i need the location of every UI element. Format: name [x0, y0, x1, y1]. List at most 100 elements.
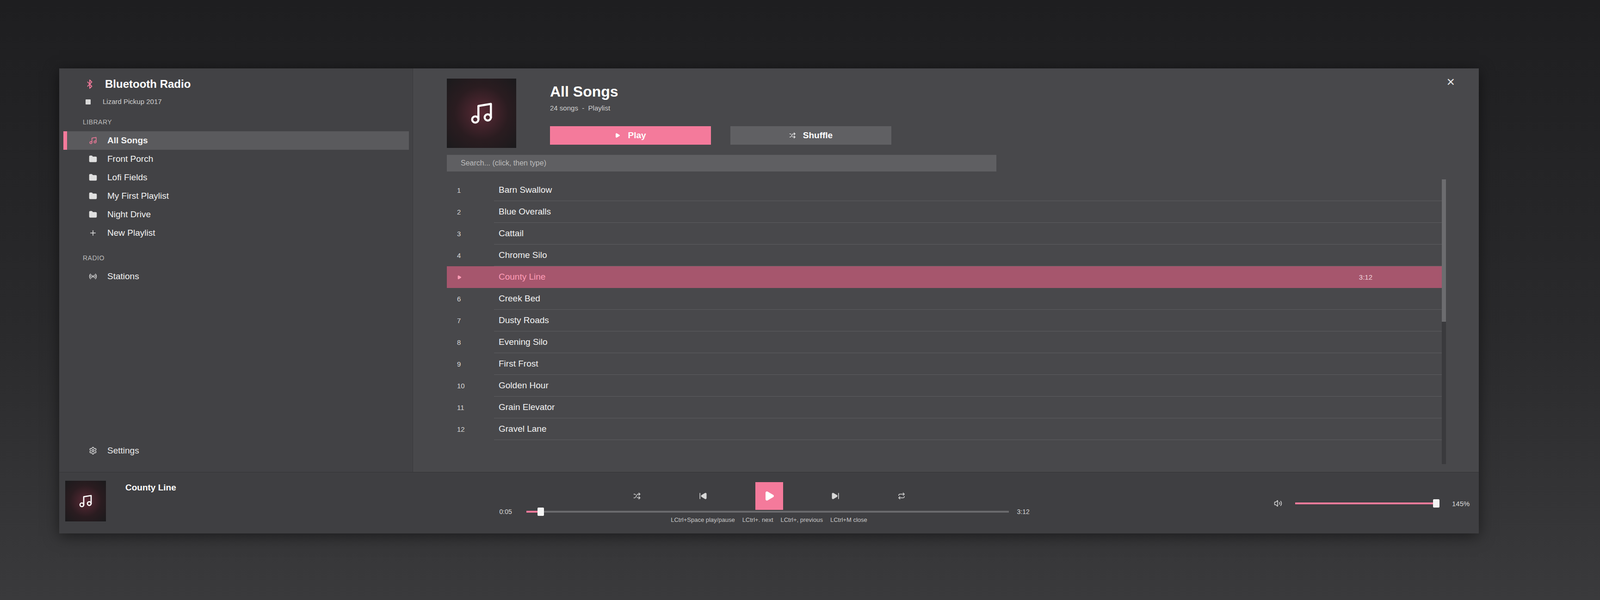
now-playing: County Line — [59, 472, 500, 534]
scrollbar-thumb[interactable] — [1441, 179, 1446, 322]
track-row[interactable]: 10Golden Hour — [446, 375, 1442, 397]
shortcut-hint: LCtrl+. next — [742, 516, 774, 525]
track-body: Dusty Roads — [494, 309, 1442, 332]
shortcut-hint: LCtrl+, previous — [780, 516, 823, 525]
playlist-icon — [88, 210, 98, 219]
previous-icon — [698, 492, 708, 501]
track-title: Grain Elevator — [498, 402, 555, 413]
track-row[interactable]: 2Blue Overalls — [446, 201, 1442, 223]
sidebar: Bluetooth RadioLizard Pickup 2017LIBRARY… — [59, 68, 414, 473]
section-label: RADIO — [63, 253, 409, 263]
shortcut-hint: LCtrl+M close — [830, 516, 868, 525]
radio-panel: Bluetooth RadioLizard Pickup 2017LIBRARY… — [59, 68, 1479, 534]
sidebar-item-label: All Songs — [107, 135, 149, 146]
track-number: 1 — [446, 179, 495, 202]
close-button[interactable]: × — [1446, 74, 1455, 89]
bluetooth-icon — [84, 79, 95, 90]
library-icon — [88, 136, 98, 145]
sidebar-item[interactable]: Stations — [63, 267, 409, 286]
track-body: Gravel Lane — [494, 418, 1442, 441]
track-title: County Line — [498, 271, 546, 283]
sidebar-item[interactable]: New Playlist — [63, 223, 409, 243]
sidebar-item[interactable]: Night Drive — [63, 205, 409, 224]
transport-controls — [623, 482, 916, 511]
settings-item[interactable]: Settings — [63, 441, 409, 461]
track-number: 6 — [446, 288, 495, 310]
repeat-icon — [897, 492, 906, 501]
track-row[interactable]: 9First Frost — [446, 353, 1442, 376]
play-button[interactable]: Play — [549, 126, 711, 145]
track-row[interactable]: 4Chrome Silo — [446, 244, 1442, 267]
sidebar-item[interactable]: All Songs — [63, 131, 409, 150]
sidebar-item-label: Night Drive — [107, 209, 151, 220]
search-field[interactable] — [446, 154, 997, 172]
shuffle-toggle[interactable] — [623, 482, 651, 511]
next-icon — [831, 492, 840, 501]
track-rows: 1Barn Swallow2Blue Overalls3Cattail4Chro… — [446, 179, 1442, 465]
now-playing-title: County Line — [125, 481, 177, 495]
previous-button[interactable] — [689, 482, 717, 511]
shuffle-label: Shuffle — [803, 130, 833, 141]
now-playing-icon — [457, 275, 462, 280]
now-playing-art — [65, 481, 106, 522]
track-number: 10 — [446, 375, 495, 397]
track-row[interactable]: 11Grain Elevator — [446, 396, 1442, 419]
transport: 0:053:12LCtrl+Space play/pauseLCtrl+. ne… — [499, 472, 1039, 534]
playlist-art — [446, 78, 517, 149]
sidebar-item[interactable]: Lofi Fields — [63, 168, 409, 187]
shuffle-icon — [789, 132, 796, 139]
playlist-icon — [88, 191, 98, 201]
track-row[interactable]: 6Creek Bed — [446, 288, 1442, 310]
progress-slider[interactable] — [526, 511, 1009, 513]
volume-control: 145% — [1038, 472, 1480, 508]
track-title: Evening Silo — [498, 337, 548, 348]
play-pause-button[interactable] — [755, 482, 784, 511]
track-title: Cattail — [498, 228, 524, 239]
sidebar-item[interactable]: My First Playlist — [63, 186, 409, 206]
track-row[interactable]: 3Cattail — [446, 222, 1442, 245]
track-row[interactable]: 7Dusty Roads — [446, 309, 1442, 332]
sidebar-item-label: My First Playlist — [107, 191, 169, 202]
panel-body: Bluetooth RadioLizard Pickup 2017LIBRARY… — [59, 68, 1479, 473]
action-buttons: Play Shuffle — [549, 126, 892, 145]
track-title: Barn Swallow — [498, 185, 552, 196]
play-icon — [763, 490, 775, 502]
next-button[interactable] — [821, 482, 850, 511]
volume-slider-thumb[interactable] — [1433, 499, 1440, 508]
track-body: Chrome Silo — [494, 244, 1442, 267]
track-body: Blue Overalls — [494, 201, 1442, 223]
sidebar-item[interactable]: Front Porch — [63, 149, 409, 169]
track-row[interactable]: 8Evening Silo — [446, 331, 1442, 354]
shortcut-hints: LCtrl+Space play/pauseLCtrl+. nextLCtrl+… — [670, 516, 868, 525]
track-number: 4 — [446, 244, 495, 267]
volume-slider[interactable] — [1295, 502, 1440, 505]
track-title: Chrome Silo — [498, 250, 548, 261]
playlist-icon — [88, 173, 98, 182]
progress-slider-thumb[interactable] — [537, 507, 544, 517]
track-body: Golden Hour — [494, 375, 1442, 397]
playlist-meta: 24 songs - Playlist — [549, 103, 892, 113]
track-body: County Line3:12 — [494, 266, 1442, 289]
music-note-icon — [469, 100, 495, 126]
app-title: Bluetooth Radio — [105, 76, 191, 92]
sidebar-item-label: Front Porch — [107, 154, 154, 165]
track-row[interactable]: 12Gravel Lane — [446, 418, 1442, 441]
track-row[interactable]: 1Barn Swallow — [446, 179, 1442, 202]
repeat-toggle[interactable] — [887, 482, 916, 511]
shuffle-button[interactable]: Shuffle — [730, 126, 892, 145]
track-title: Dusty Roads — [498, 315, 550, 326]
track-body: Grain Elevator — [494, 396, 1442, 419]
track-number: 8 — [446, 331, 495, 354]
track-number: 11 — [446, 396, 495, 419]
playlist-title: All Songs — [549, 82, 892, 101]
sidebar-item-label: New Playlist — [107, 228, 155, 239]
new-icon — [88, 228, 98, 238]
gear-icon — [88, 446, 98, 456]
radio-icon — [88, 272, 98, 281]
track-row[interactable]: County Line3:12 — [446, 266, 1442, 289]
scrollbar[interactable] — [1441, 179, 1446, 465]
track-number — [446, 266, 495, 289]
settings-label: Settings — [107, 445, 140, 457]
volume-slider-fill — [1295, 502, 1437, 505]
game-scene: Bluetooth RadioLizard Pickup 2017LIBRARY… — [0, 0, 1600, 600]
